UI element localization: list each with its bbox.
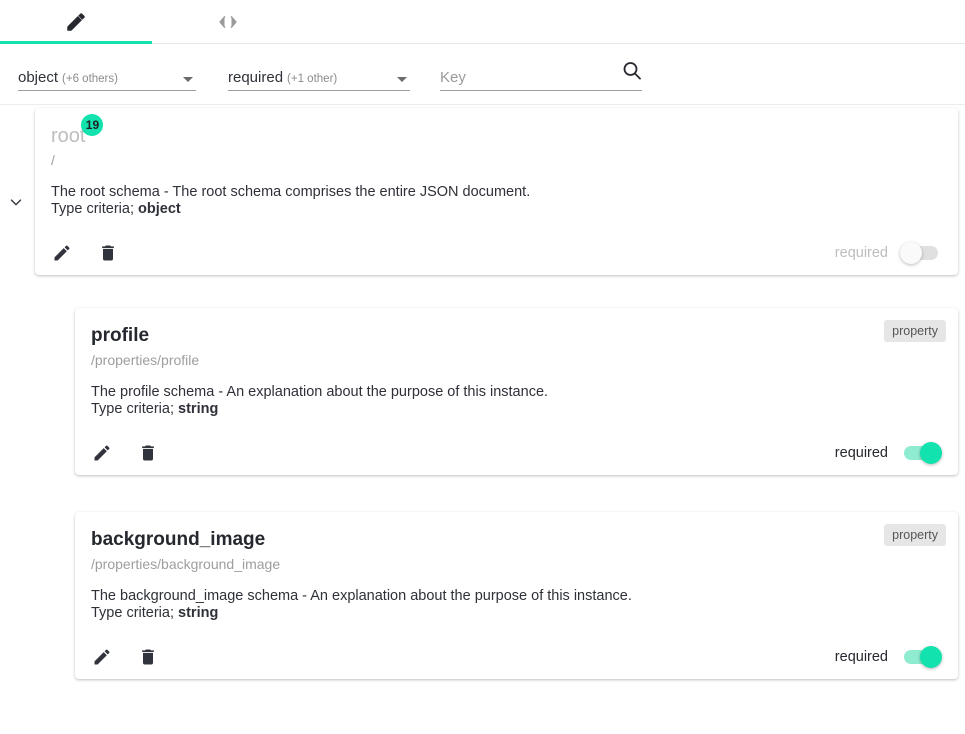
delete-icon — [98, 243, 118, 263]
pencil-icon — [65, 11, 87, 33]
chevron-down-icon — [7, 193, 25, 214]
card-path: / — [51, 152, 55, 168]
collapse-toggle-root[interactable] — [4, 191, 28, 215]
card-body: root 19 / The root schema - The root sch… — [35, 108, 958, 217]
edit-icon — [52, 243, 72, 263]
schema-node-list: root 19 / The root schema - The root sch… — [0, 105, 965, 734]
card-criteria-label: Type criteria; — [91, 400, 174, 417]
chevron-down-icon — [183, 77, 193, 82]
edit-icon — [92, 443, 112, 463]
tab-editor[interactable] — [0, 0, 152, 44]
schema-node-card-profile[interactable]: profile /properties/profile The profile … — [75, 308, 958, 475]
type-filter-value: object (+6 others) — [18, 69, 118, 86]
delete-button[interactable] — [137, 442, 159, 464]
card-criteria-label: Type criteria; — [51, 200, 134, 217]
card-description: The background_image schema - An explana… — [91, 588, 938, 621]
delete-icon — [138, 647, 158, 667]
type-filter-select[interactable]: object (+6 others) — [18, 66, 196, 91]
delete-button[interactable] — [97, 242, 119, 264]
card-description-text: The root schema - The root schema compri… — [51, 184, 531, 200]
requirement-filter-extra: (+1 other) — [287, 73, 338, 85]
card-title-row: root 19 — [51, 114, 104, 148]
key-search-placeholder: Key — [440, 69, 466, 86]
edit-button[interactable] — [51, 242, 73, 264]
card-criteria-value: string — [178, 604, 219, 621]
status-badge: 19 — [81, 114, 104, 136]
card-footer: required — [75, 635, 958, 679]
page-title: root — [51, 125, 86, 147]
tab-bar — [0, 0, 965, 44]
delete-icon — [138, 443, 158, 463]
search-icon — [620, 62, 644, 86]
edit-icon — [92, 647, 112, 667]
page-title: background_image — [91, 529, 266, 550]
required-label: required — [834, 649, 888, 665]
tab-active-indicator — [0, 41, 152, 44]
code-brackets-icon — [216, 14, 240, 30]
card-path: /properties/profile — [91, 352, 200, 368]
card-description-text: The background_image schema - An explana… — [91, 588, 632, 604]
card-path: /properties/background_image — [91, 556, 281, 572]
toggle-knob — [920, 646, 942, 668]
card-footer: required — [75, 431, 958, 475]
requirement-filter-select[interactable]: required (+1 other) — [228, 66, 410, 91]
schema-node-card-root[interactable]: root 19 / The root schema - The root sch… — [35, 108, 958, 275]
edit-button[interactable] — [91, 646, 113, 668]
schema-node-card-background-image[interactable]: background_image /properties/background_… — [75, 512, 958, 679]
filter-bar: object (+6 others) required (+1 other) Key — [0, 44, 965, 105]
card-title-row: profile — [91, 324, 149, 348]
requirement-filter-value: required (+1 other) — [228, 69, 338, 86]
card-title-row: background_image — [91, 528, 265, 552]
toggle-knob — [920, 442, 942, 464]
card-description: The root schema - The root schema compri… — [51, 184, 938, 217]
card-body: background_image /properties/background_… — [75, 512, 958, 621]
required-toggle[interactable] — [900, 646, 942, 668]
required-toggle[interactable] — [900, 442, 942, 464]
key-search-field[interactable]: Key — [440, 66, 642, 91]
kind-badge: property — [884, 320, 946, 342]
kind-badge: property — [884, 524, 946, 546]
required-label: required — [834, 445, 888, 461]
delete-button[interactable] — [137, 646, 159, 668]
card-body: profile /properties/profile The profile … — [75, 308, 958, 417]
search-button[interactable] — [620, 59, 644, 83]
card-criteria-label: Type criteria; — [91, 604, 174, 621]
card-criteria-value: object — [138, 200, 181, 217]
required-label: required — [834, 245, 888, 261]
type-filter-extra: (+6 others) — [62, 73, 118, 85]
card-footer: required — [35, 231, 958, 275]
tab-active-indicator — [152, 41, 304, 44]
card-description: The profile schema - An explanation abou… — [91, 384, 938, 417]
required-toggle[interactable] — [900, 242, 942, 264]
card-description-text: The profile schema - An explanation abou… — [91, 384, 549, 400]
page-title: profile — [91, 325, 150, 346]
chevron-down-icon — [397, 77, 407, 82]
edit-button[interactable] — [91, 442, 113, 464]
tab-code[interactable] — [152, 0, 304, 44]
card-criteria-value: string — [178, 400, 219, 417]
toggle-knob — [900, 242, 922, 264]
